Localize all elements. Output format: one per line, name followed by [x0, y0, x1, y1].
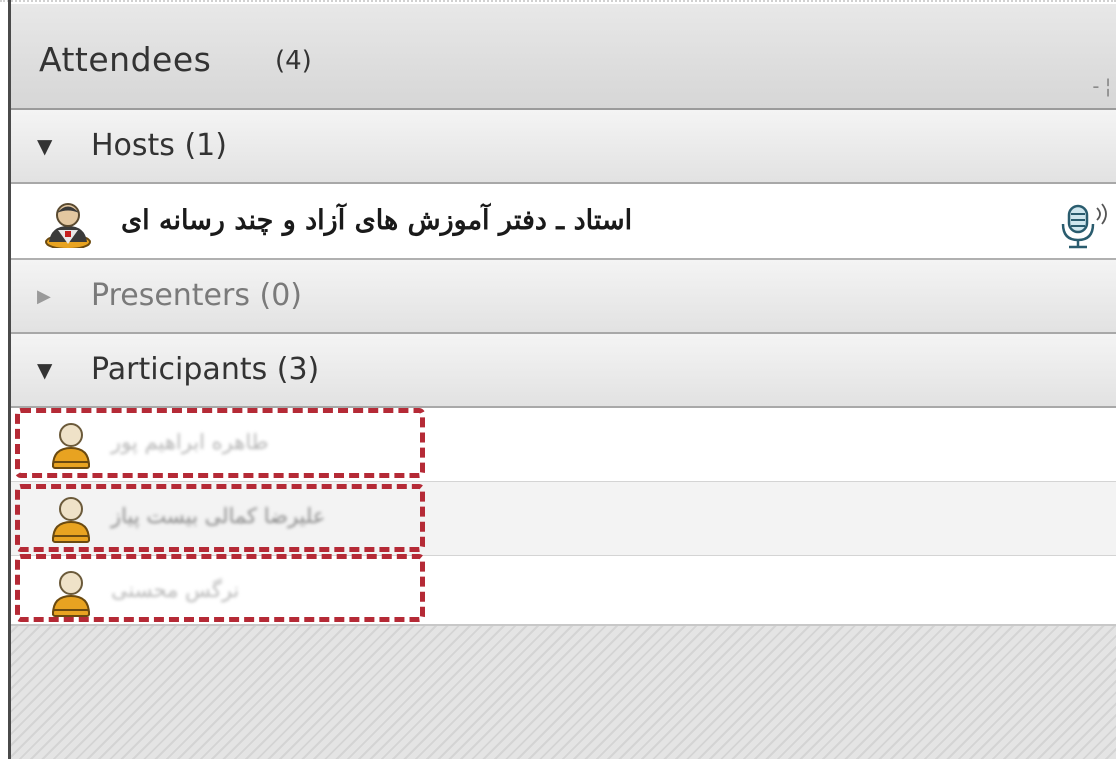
host-row[interactable]: استاد ـ دفتر آموزش های آزاد و چند رسانه … [11, 188, 1116, 260]
host-avatar-icon [45, 203, 91, 248]
section-presenters[interactable]: ▶ Presenters (0) [11, 260, 1116, 334]
section-hosts[interactable]: ▼ Hosts (1) [11, 110, 1116, 184]
empty-list-area [11, 624, 1116, 759]
attendee-count: (4) [275, 46, 312, 76]
section-hosts-label: Hosts (1) [91, 128, 227, 163]
annotation-box [15, 408, 425, 478]
annotation-box [15, 484, 425, 552]
microphone-active-icon[interactable] [1057, 200, 1113, 250]
pod-header: Attendees (4) -¦ [11, 4, 1116, 110]
pod-title: Attendees [39, 40, 212, 79]
attendees-pod: Attendees (4) -¦ ▼ Hosts (1) استاد ـ دفت… [11, 4, 1116, 759]
section-participants-label: Participants (3) [91, 352, 320, 387]
collapsed-arrow-icon[interactable]: ▶ [37, 286, 51, 307]
expanded-arrow-icon[interactable]: ▼ [37, 134, 52, 158]
annotation-box [15, 554, 425, 622]
resize-grip-icon[interactable]: -¦ [1090, 74, 1114, 98]
section-presenters-label: Presenters (0) [91, 278, 303, 313]
host-name: استاد ـ دفتر آموزش های آزاد و چند رسانه … [121, 205, 633, 236]
expanded-arrow-icon[interactable]: ▼ [37, 358, 52, 382]
section-participants[interactable]: ▼ Participants (3) [11, 334, 1116, 408]
